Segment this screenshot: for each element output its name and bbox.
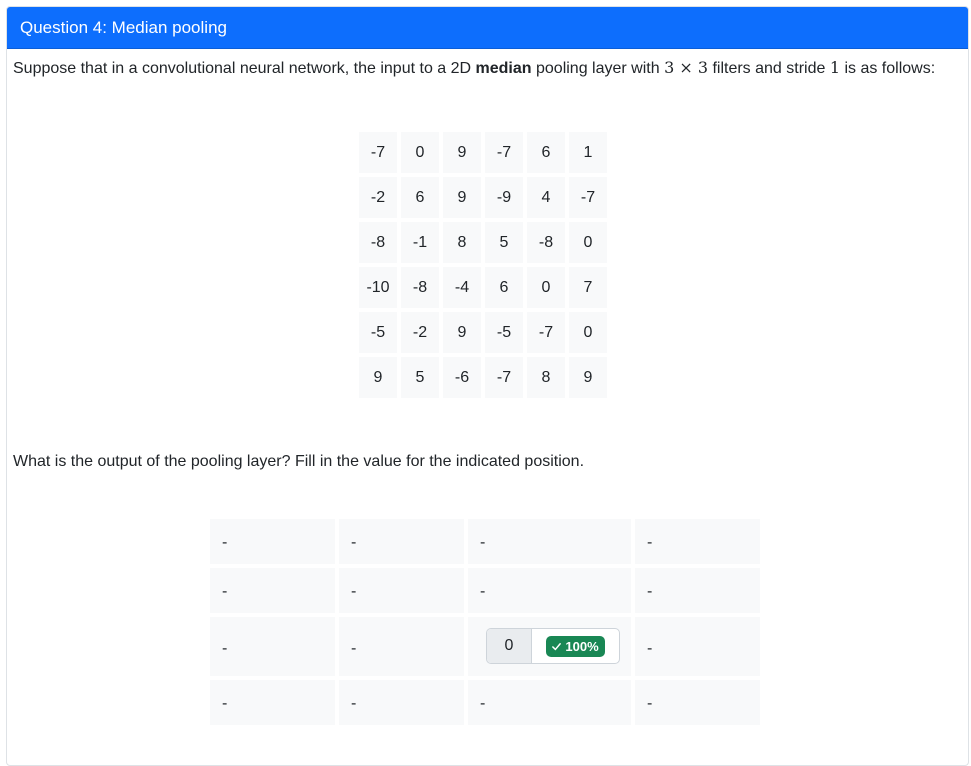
prompt-text-start: Suppose that in a convolutional neural n… — [13, 60, 476, 77]
input-row: -7 0 9 -7 6 1 — [359, 132, 607, 173]
output-cell: - — [339, 568, 464, 613]
answer-input[interactable] — [487, 629, 532, 663]
output-cell: - — [468, 519, 631, 564]
output-cell: - — [635, 617, 760, 676]
output-cell: - — [339, 680, 464, 725]
output-cell-value: - — [480, 695, 486, 712]
input-cell: -7 — [485, 357, 523, 398]
input-cell: 8 — [527, 357, 565, 398]
output-cell: - — [635, 519, 760, 564]
output-cell-value: - — [351, 695, 357, 712]
input-cell: 9 — [359, 357, 397, 398]
output-cell: - — [339, 519, 464, 564]
input-cell: 9 — [443, 132, 481, 173]
output-cell: - — [210, 519, 335, 564]
output-cell: - — [468, 680, 631, 725]
input-cell: 1 — [569, 132, 607, 173]
prompt-text-end: is as follows: — [840, 60, 936, 77]
score-badge-wrap: 100% — [532, 629, 619, 663]
input-cell: 4 — [527, 177, 565, 218]
input-cell: -8 — [401, 267, 439, 308]
output-cell-value: - — [480, 583, 486, 600]
output-cell: - — [468, 568, 631, 613]
input-cell: -7 — [527, 312, 565, 353]
output-cell-value: - — [351, 583, 357, 600]
output-cell-value: - — [351, 534, 357, 551]
input-cell: -7 — [359, 132, 397, 173]
output-cell-value: - — [222, 695, 228, 712]
output-cell: - — [210, 680, 335, 725]
score-badge: 100% — [546, 635, 605, 657]
output-cell-value: - — [647, 695, 653, 712]
input-row: -2 6 9 -9 4 -7 — [359, 177, 607, 218]
score-label: 100% — [565, 638, 599, 654]
output-cell: - — [635, 680, 760, 725]
answer-input-group: 100% — [486, 628, 620, 664]
stride-value: 1 — [829, 58, 841, 77]
input-cell: -8 — [359, 222, 397, 263]
input-row: -8 -1 8 5 -8 0 — [359, 222, 607, 263]
output-cell: - — [210, 568, 335, 613]
input-cell: 9 — [569, 357, 607, 398]
output-cell-value: - — [222, 640, 228, 657]
input-cell: 6 — [527, 132, 565, 173]
input-cell: -5 — [359, 312, 397, 353]
filter-size: 3 × 3 — [664, 58, 708, 77]
input-cell: -7 — [485, 132, 523, 173]
input-cell: 0 — [569, 312, 607, 353]
input-cell: 9 — [443, 177, 481, 218]
check-icon — [551, 641, 562, 652]
question-title: Question 4: Median pooling — [7, 7, 968, 49]
output-cell-value: - — [480, 534, 486, 551]
input-cell: 5 — [485, 222, 523, 263]
input-cell: 9 — [443, 312, 481, 353]
output-cell-value: - — [647, 583, 653, 600]
input-cell: -9 — [485, 177, 523, 218]
input-cell: -10 — [359, 267, 397, 308]
output-cell-value: - — [222, 534, 228, 551]
input-cell: -5 — [485, 312, 523, 353]
output-cell-value: - — [222, 583, 228, 600]
input-cell: 7 — [569, 267, 607, 308]
output-cell-value: - — [647, 534, 653, 551]
input-cell: 0 — [527, 267, 565, 308]
input-cell: -1 — [401, 222, 439, 263]
input-cell: -6 — [443, 357, 481, 398]
output-cell: - — [635, 568, 760, 613]
input-cell: -2 — [359, 177, 397, 218]
input-cell: 0 — [569, 222, 607, 263]
input-cell: 0 — [401, 132, 439, 173]
input-row: 9 5 -6 -7 8 9 — [359, 357, 607, 398]
input-cell: -7 — [569, 177, 607, 218]
input-cell: -4 — [443, 267, 481, 308]
input-cell: -2 — [401, 312, 439, 353]
prompt-emphasis: median — [475, 60, 532, 77]
prompt-text-mid: pooling layer with — [531, 60, 665, 77]
input-cell: -8 — [527, 222, 565, 263]
input-cell: 6 — [401, 177, 439, 218]
input-cell: 5 — [401, 357, 439, 398]
prompt-text-stride: filters and stride — [708, 60, 830, 77]
output-cell-value: - — [351, 640, 357, 657]
input-row: -10 -8 -4 6 0 7 — [359, 267, 607, 308]
output-cell: - — [210, 617, 335, 676]
input-cell: 8 — [443, 222, 481, 263]
output-cell: - — [339, 617, 464, 676]
output-cell-value: - — [647, 640, 653, 657]
question-prompt: Suppose that in a convolutional neural n… — [13, 56, 943, 81]
output-question: What is the output of the pooling layer?… — [13, 453, 585, 470]
input-matrix: -7 0 9 -7 6 1 -2 6 9 -9 4 -7 -8 -1 8 5 -8 0 -10 -8 -4 6 0 7 -5 -2… — [355, 128, 611, 402]
input-row: -5 -2 9 -5 -7 0 — [359, 312, 607, 353]
input-cell: 6 — [485, 267, 523, 308]
